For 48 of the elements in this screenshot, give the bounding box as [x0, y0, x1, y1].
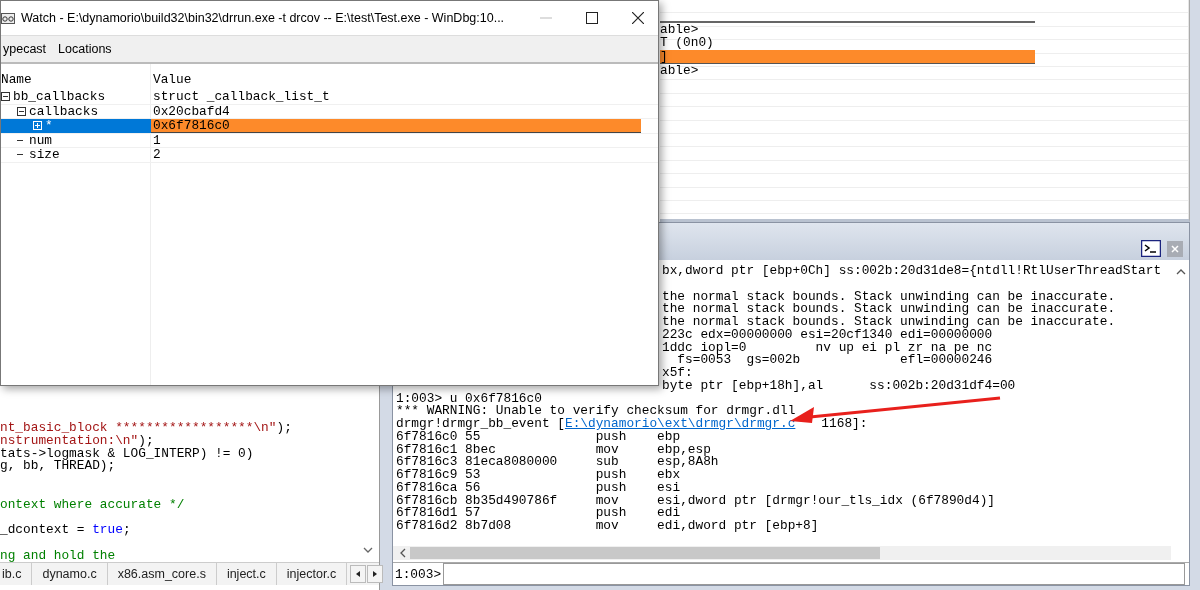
name-cell[interactable]: bb_callbacks	[1, 90, 151, 104]
output-line: x5f:	[662, 365, 693, 380]
locals-row[interactable]: able>	[660, 21, 1035, 37]
code-line: nstrumentation:\n");	[0, 432, 154, 448]
output-line: the normal stack bounds. Stack unwinding can be inaccurate.	[662, 288, 1116, 304]
file-tab[interactable]: ib.c	[0, 563, 33, 585]
output-line: 223c edx=00000000 esi=20cf1340 edi=00000000	[662, 326, 993, 342]
column-header[interactable]: Name	[1, 72, 151, 87]
output-line: 6f7816d2 8b7d08 mov edi,dword ptr [ebp+8]	[396, 518, 819, 533]
code-line: ontext where accurate */	[0, 496, 185, 512]
value-cell-text: struct _callback_list_t	[152, 90, 331, 104]
command-prompt: 1:003>	[394, 566, 443, 582]
output-line: byte ptr [ebp+18h],al ss:002b:20d31df4=00	[662, 377, 1016, 393]
window-title: Watch - E:\dynamorio\build32\bin32\drrun.exe -t drcov -- E:\test\Test.exe - WinDbg:10...	[21, 11, 505, 25]
code-line: ng and hold the	[0, 547, 116, 563]
toolbar-button[interactable]: Locations	[56, 42, 114, 56]
output-text: drmgr!drmgr_bb_event [	[396, 416, 565, 431]
name-cell[interactable]: num	[1, 133, 151, 147]
output-line: *** WARNING: Unable to verify checksum for drmgr.dll	[396, 403, 796, 419]
source-link[interactable]: E:\dynamorio\ext\drmgr\drmgr.c	[564, 416, 796, 431]
name-cell[interactable]: size	[1, 148, 151, 162]
value-cell-text: 2	[152, 148, 162, 162]
code-line: _dcontext = true;	[0, 522, 131, 537]
locals-row[interactable]: T (0n0)	[660, 36, 1035, 50]
column-header[interactable]: Value	[151, 72, 641, 87]
output-line: 6f7816cb 8b35d490786f mov esi,dword ptr [drmgr!our_tls_idx (6f7890d4)]	[396, 492, 995, 508]
output-line: the normal stack bounds. Stack unwinding can be inaccurate.	[662, 301, 1116, 317]
output-line: 6f7816d1 57 push edi	[396, 505, 681, 521]
output-line: 1:003> u 0x6f7816c0	[396, 390, 542, 406]
name-cell[interactable]: callbacks	[1, 104, 151, 118]
code-line: nt_basic_block ******************\n");	[0, 420, 292, 435]
output-line: bx,dword ptr [ebp+0Ch] ss:002b:20d31de8={ntdll!RtlUserThreadStart	[662, 263, 1162, 278]
output-line: 6f7816ca 56 push esi	[396, 479, 681, 495]
toolbar-button[interactable]: ypecast	[1, 42, 49, 56]
output-line: 6f7816c3 81eca8080000 sub esp,8A8h	[396, 454, 719, 470]
code-line: tats->logmask & LOG_INTERP) != 0)	[0, 445, 254, 461]
value-cell-text: 1	[152, 133, 162, 147]
code-line: g, bb, THREAD);	[0, 458, 116, 474]
locals-row[interactable]: able>	[660, 64, 1035, 78]
output-line: 6f7816c9 53 push ebx	[396, 467, 681, 482]
value-cell: 0x6f7816c0	[151, 119, 641, 133]
output-line: 6f7816c1 8bec mov ebp,esp	[396, 441, 711, 457]
name-cell[interactable]: *	[1, 119, 151, 133]
output-line: the normal stack bounds. Stack unwinding can be inaccurate.	[662, 314, 1116, 329]
output-text: 1168]:	[820, 416, 868, 431]
output-line: 1ddc iopl=0 nv up ei pl zr na pe nc	[662, 339, 993, 355]
value-cell-text: 0x20cbafd4	[152, 104, 231, 118]
locals-row[interactable]: ]	[660, 49, 1035, 65]
